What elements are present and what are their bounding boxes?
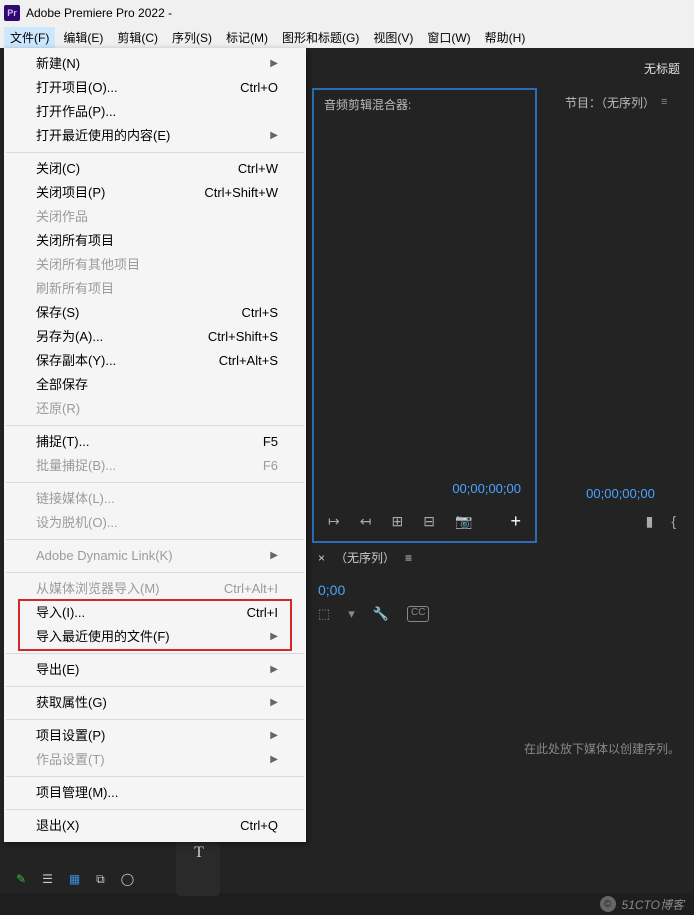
insert-icon[interactable]: ⊞ — [391, 513, 403, 530]
timeline-menu-icon[interactable]: ≡ — [405, 551, 412, 565]
audio-panel-title: 音频剪辑混合器: — [324, 96, 411, 113]
program-monitor-panel: 节目：（无序列） ≡ 00;00;00;00 ▮ { — [547, 88, 694, 543]
menu-item[interactable]: 打开最近使用的内容(E)▶ — [4, 124, 306, 148]
audio-timecode: 00;00;00;00 — [452, 481, 521, 496]
marker-in-icon[interactable]: ↦ — [328, 513, 340, 530]
menu-item[interactable]: 捕捉(T)...F5 — [4, 430, 306, 454]
pencil-icon[interactable]: ✎ — [16, 872, 26, 886]
menu-item[interactable]: 关闭(C)Ctrl+W — [4, 157, 306, 181]
menu-window[interactable]: 窗口(W) — [421, 27, 476, 48]
watermark-text: 51CTO博客 — [622, 896, 684, 913]
menu-item[interactable]: 打开作品(P)... — [4, 100, 306, 124]
menu-item[interactable]: 打开项目(O)...Ctrl+O — [4, 76, 306, 100]
audio-panel-body — [314, 118, 535, 475]
panel-menu-icon[interactable]: ≡ — [661, 96, 667, 108]
timeline-header: × （无序列） ≡ — [308, 543, 694, 572]
menu-item: Adobe Dynamic Link(K)▶ — [4, 544, 306, 568]
marker-icon[interactable]: ▮ — [646, 513, 654, 530]
program-timecode: 00;00;00;00 — [555, 486, 686, 501]
menu-graphics[interactable]: 图形和标题(G) — [276, 27, 365, 48]
menu-item[interactable]: 导入最近使用的文件(F)▶ — [4, 625, 306, 649]
menu-item[interactable]: 获取属性(G)▶ — [4, 691, 306, 715]
menu-item: 刷新所有项目 — [4, 277, 306, 301]
menu-item[interactable]: 保存副本(Y)...Ctrl+Alt+S — [4, 349, 306, 373]
audio-clip-mixer-panel: 音频剪辑混合器: 00;00;00;00 ↦ ↤ ⊞ ⊟ 📷 + — [312, 88, 537, 543]
timeline-timecode: 0;00 — [318, 582, 684, 598]
cc-logo-icon: © — [600, 896, 616, 912]
audio-iconbar: ↦ ↤ ⊞ ⊟ 📷 + — [314, 501, 535, 541]
menu-file[interactable]: 文件(F) — [4, 27, 55, 48]
menu-view[interactable]: 视图(V) — [367, 27, 419, 48]
bottom-toolbar: ✎ ☰ ▦ ⧉ ◯ — [0, 865, 694, 893]
list-view-icon[interactable]: ☰ — [42, 872, 53, 886]
link-icon[interactable]: ▾ — [348, 606, 355, 622]
menu-item: 设为脱机(O)... — [4, 511, 306, 535]
cc-icon[interactable]: CC — [407, 606, 429, 622]
program-panel-title: 节目：（无序列） — [565, 94, 655, 111]
menu-item[interactable]: 新建(N)▶ — [4, 52, 306, 76]
app-icon: Pr — [4, 5, 20, 21]
menubar[interactable]: 文件(F) 编辑(E) 剪辑(C) 序列(S) 标记(M) 图形和标题(G) 视… — [0, 26, 694, 48]
menu-sequence[interactable]: 序列(S) — [166, 27, 218, 48]
menu-item[interactable]: 关闭项目(P)Ctrl+Shift+W — [4, 181, 306, 205]
menu-edit[interactable]: 编辑(E) — [57, 27, 109, 48]
menu-item[interactable]: 项目设置(P)▶ — [4, 724, 306, 748]
untitled-tab[interactable]: 无标题 — [644, 60, 680, 77]
marker-out-icon[interactable]: ↤ — [360, 513, 372, 530]
menu-item: 还原(R) — [4, 397, 306, 421]
menu-clip[interactable]: 剪辑(C) — [111, 27, 164, 48]
timeline-title: （无序列） — [335, 549, 395, 566]
snap-icon[interactable]: ⬚ — [318, 606, 330, 622]
menu-item[interactable]: 导出(E)▶ — [4, 658, 306, 682]
menu-item: 批量捕捉(B)...F6 — [4, 454, 306, 478]
menu-item: 关闭所有其他项目 — [4, 253, 306, 277]
bracket-icon[interactable]: { — [671, 513, 676, 529]
titlebar: Pr Adobe Premiere Pro 2022 - — [0, 0, 694, 26]
text-tool-icon[interactable]: T — [194, 844, 204, 862]
overwrite-icon[interactable]: ⊟ — [423, 513, 435, 530]
menu-item[interactable]: 保存(S)Ctrl+S — [4, 301, 306, 325]
file-menu-dropdown[interactable]: 新建(N)▶打开项目(O)...Ctrl+O打开作品(P)...打开最近使用的内… — [4, 48, 306, 842]
add-icon[interactable]: + — [510, 511, 521, 532]
menu-item[interactable]: 全部保存 — [4, 373, 306, 397]
menu-item[interactable]: 退出(X)Ctrl+Q — [4, 814, 306, 838]
wrench-icon[interactable]: 🔧 — [373, 606, 389, 622]
menu-item[interactable]: 导入(I)...Ctrl+I — [4, 601, 306, 625]
watermark: © 51CTO博客 — [0, 893, 694, 915]
zoom-icon[interactable]: ◯ — [121, 872, 134, 886]
menu-item[interactable]: 项目管理(M)... — [4, 781, 306, 805]
menu-item: 链接媒体(L)... — [4, 487, 306, 511]
menu-item[interactable]: 关闭所有项目 — [4, 229, 306, 253]
menu-item: 关闭作品 — [4, 205, 306, 229]
menu-marker[interactable]: 标记(M) — [220, 27, 274, 48]
menu-item[interactable]: 另存为(A)...Ctrl+Shift+S — [4, 325, 306, 349]
app-title: Adobe Premiere Pro 2022 - — [26, 6, 172, 20]
menu-item: 作品设置(T)▶ — [4, 748, 306, 772]
menu-item: 从媒体浏览器导入(M)Ctrl+Alt+I — [4, 577, 306, 601]
snapshot-icon[interactable]: 📷 — [455, 513, 472, 530]
freeform-icon[interactable]: ⧉ — [96, 872, 105, 887]
menu-help[interactable]: 帮助(H) — [479, 27, 532, 48]
tile-view-icon[interactable]: ▦ — [69, 872, 80, 886]
